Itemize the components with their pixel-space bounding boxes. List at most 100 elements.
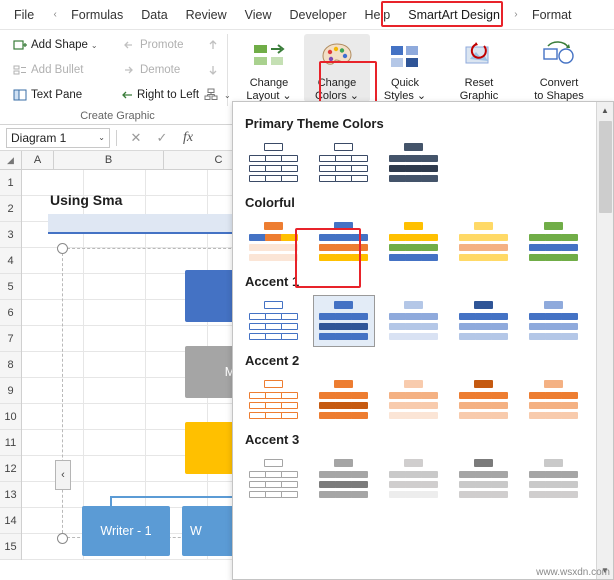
tab-help[interactable]: Help	[356, 0, 400, 29]
swatch-dark-outline-1[interactable]	[243, 137, 305, 189]
layout-button[interactable]: ⌄	[201, 84, 231, 106]
mini-diagram	[317, 142, 371, 184]
swatch-accent3-1[interactable]	[243, 453, 305, 505]
smartart-text-pane-toggle[interactable]: ‹	[55, 460, 71, 490]
swatch-accent1-1[interactable]	[243, 295, 305, 347]
name-box-caret-icon[interactable]: ⌄	[98, 133, 105, 142]
mini-diagram	[317, 379, 371, 421]
right-to-left-button[interactable]: Right to Left	[117, 84, 201, 106]
row-header-1[interactable]: 1	[0, 170, 21, 196]
swatch-dark-fill-3[interactable]	[383, 137, 445, 189]
name-box[interactable]: Diagram 1 ⌄	[6, 127, 110, 148]
section-accent-3	[243, 453, 595, 505]
name-box-value: Diagram 1	[11, 130, 67, 145]
move-up-arrow-icon	[204, 38, 221, 52]
row-header-13[interactable]: 13	[0, 482, 21, 508]
tab-view[interactable]: View	[236, 0, 281, 29]
change-colors-gallery[interactable]: Primary Theme Colors Colorful Accent 1 A…	[232, 101, 614, 580]
quick-styles-icon	[388, 38, 422, 76]
mini-diagram	[387, 379, 441, 421]
swatch-accent1-3[interactable]	[383, 295, 445, 347]
swatch-accent1-5[interactable]	[523, 295, 585, 347]
scroll-up-icon[interactable]: ▲	[597, 102, 613, 119]
row-header-12[interactable]: 12	[0, 456, 21, 482]
tab-data[interactable]: Data	[132, 0, 176, 29]
mini-diagram	[247, 142, 301, 184]
tab-formulas[interactable]: Formulas	[62, 0, 132, 29]
tab-smartart-design[interactable]: SmartArt Design	[399, 0, 509, 29]
move-up-button	[201, 34, 227, 56]
section-title-accent-1: Accent 1	[245, 274, 300, 289]
row-header-4[interactable]: 4	[0, 248, 21, 274]
enter-icon[interactable]: ✓	[149, 130, 175, 146]
scrollbar-thumb[interactable]	[599, 121, 612, 213]
mini-diagram	[317, 458, 371, 500]
swatch-accent1-2[interactable]	[313, 295, 375, 347]
smartart-node-writer-1[interactable]: Writer - 1	[82, 506, 170, 556]
right-to-left-label: Right to Left	[137, 89, 200, 101]
add-shape-label: Add Shape	[31, 39, 88, 51]
row-header-15[interactable]: 15	[0, 534, 21, 560]
select-all-button[interactable]: ◢	[0, 151, 22, 169]
swatch-accent2-5[interactable]	[523, 374, 585, 426]
change-colors-label-1: Change	[317, 77, 357, 89]
swatch-accent2-3[interactable]	[383, 374, 445, 426]
row-header-14[interactable]: 14	[0, 508, 21, 534]
change-layout-label-1: Change	[249, 77, 289, 89]
tab-format[interactable]: Format	[523, 0, 581, 29]
swatch-accent3-4[interactable]	[453, 453, 515, 505]
row-header-10[interactable]: 10	[0, 404, 21, 430]
mini-diagram	[527, 221, 581, 263]
text-pane-button[interactable]: Text Pane	[8, 84, 117, 106]
convert-label-1: Convert	[539, 77, 579, 89]
add-shape-button[interactable]: Add Shape ⌄	[8, 34, 117, 56]
row-header-3[interactable]: 3	[0, 222, 21, 248]
add-shape-caret-icon[interactable]: ⌄	[91, 41, 98, 50]
swatch-accent2-1[interactable]	[243, 374, 305, 426]
mini-diagram	[387, 458, 441, 500]
section-colorful	[243, 216, 595, 268]
swatch-accent3-2[interactable]	[313, 453, 375, 505]
selection-handle-top-left[interactable]	[57, 243, 68, 254]
column-header-a[interactable]: A	[22, 151, 54, 169]
swatch-accent3-5[interactable]	[523, 453, 585, 505]
tab-review[interactable]: Review	[177, 0, 236, 29]
reset-graphic-icon	[462, 38, 496, 76]
swatch-colorful-2[interactable]	[313, 216, 375, 268]
swatch-accent3-3[interactable]	[383, 453, 445, 505]
row-header-5[interactable]: 5	[0, 274, 21, 300]
row-header-7[interactable]: 7	[0, 326, 21, 352]
row-header-8[interactable]: 8	[0, 352, 21, 378]
change-colors-button[interactable]: Change Colors ⌄	[304, 34, 370, 102]
swatch-colorful-4[interactable]	[453, 216, 515, 268]
tab-developer[interactable]: Developer	[281, 0, 356, 29]
insert-function-icon[interactable]: fx	[175, 130, 201, 146]
text-pane-label: Text Pane	[31, 89, 83, 101]
swatch-accent2-4[interactable]	[453, 374, 515, 426]
swatch-colorful-3[interactable]	[383, 216, 445, 268]
reset-graphic-button[interactable]: Reset Graphic	[440, 34, 518, 102]
row-header-6[interactable]: 6	[0, 300, 21, 326]
swatch-accent2-2[interactable]	[313, 374, 375, 426]
mini-diagram	[317, 221, 371, 263]
tab-file[interactable]: File	[0, 0, 48, 29]
swatch-colorful-1[interactable]	[243, 216, 305, 268]
mini-diagram	[457, 458, 511, 500]
column-header-b[interactable]: B	[54, 151, 164, 169]
mini-diagram	[317, 300, 371, 342]
swatch-dark-outline-2[interactable]	[313, 137, 375, 189]
cancel-icon[interactable]: ✕	[123, 130, 149, 146]
swatch-accent1-4[interactable]	[453, 295, 515, 347]
swatch-colorful-5[interactable]	[523, 216, 585, 268]
row-header-2[interactable]: 2	[0, 196, 21, 222]
gallery-scrollbar[interactable]: ▲ ▼	[596, 102, 613, 579]
tab-scroll-left-icon[interactable]: ‹	[48, 0, 62, 29]
change-layout-button[interactable]: Change Layout ⌄	[236, 34, 302, 102]
quick-styles-button[interactable]: Quick Styles ⌄	[372, 34, 438, 102]
tab-scroll-right-icon[interactable]: ›	[509, 0, 523, 29]
row-header-11[interactable]: 11	[0, 430, 21, 456]
convert-to-shapes-button[interactable]: Convert to Shapes	[520, 34, 598, 102]
layout-icon	[204, 88, 218, 102]
row-header-9[interactable]: 9	[0, 378, 21, 404]
selection-handle-bottom-left[interactable]	[57, 533, 68, 544]
